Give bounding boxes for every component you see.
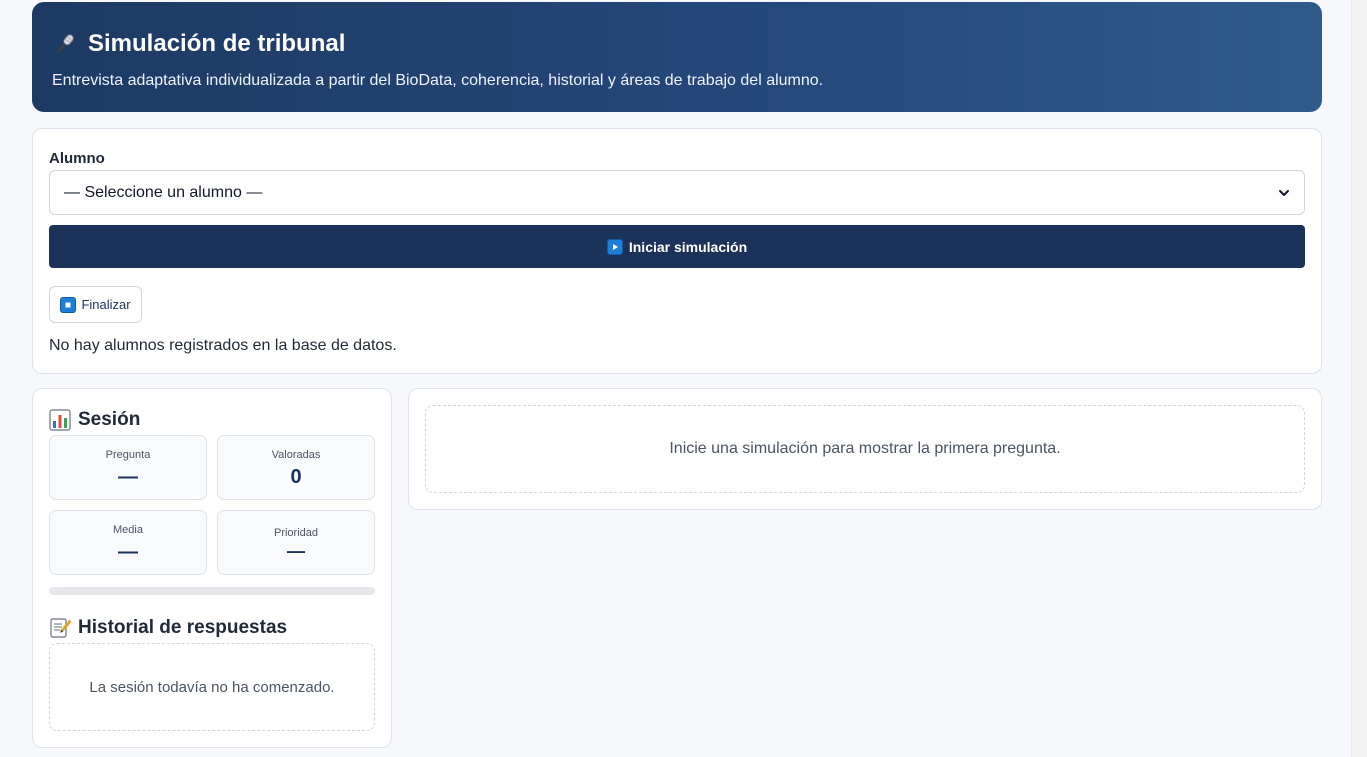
stat-rated-label: Valoradas — [271, 449, 321, 461]
page-subtitle: Entrevista adaptativa individualizada a … — [52, 72, 824, 89]
stat-priority: Prioridad — — [217, 510, 375, 575]
stat-rated: Valoradas 0 — [217, 435, 375, 500]
stat-average-value: — — [118, 541, 138, 563]
history-title: Historial de respuestas — [78, 617, 288, 638]
page: Simulación de tribunal Entrevista adapta… — [0, 0, 1367, 757]
empty-students-message: No hay alumnos registrados en la base de… — [49, 337, 397, 354]
question-empty-message: Inicie una simulación para mostrar la pr… — [669, 440, 1061, 457]
stop-icon — [60, 296, 77, 313]
history-title-row: Historial de respuestas — [49, 617, 287, 639]
session-title-row: Sesión — [49, 409, 140, 431]
stat-question: Pregunta — — [49, 435, 207, 500]
question-card: Inicie una simulación para mostrar la pr… — [408, 388, 1322, 510]
chevron-down-icon — [1279, 189, 1289, 196]
history-empty-message: La sesión todavía no ha comenzado. — [89, 678, 335, 696]
bar-chart-icon — [49, 409, 71, 431]
page-header: Simulación de tribunal Entrevista adapta… — [32, 2, 1322, 112]
stat-rated-value: 0 — [290, 466, 302, 488]
student-select-value: — Seleccione un alumno — — [64, 183, 263, 201]
microphone-icon — [57, 34, 74, 53]
session-card: Sesión Pregunta — Valoradas 0 Media — Pr… — [32, 388, 392, 748]
stat-average-label: Media — [113, 524, 143, 536]
page-title-row: Simulación de tribunal — [52, 28, 1302, 60]
student-label: Alumno — [49, 150, 105, 167]
finish-label: Finalizar — [81, 297, 131, 312]
question-empty-box: Inicie una simulación para mostrar la pr… — [425, 405, 1305, 493]
stat-average: Media — — [49, 510, 207, 575]
student-select[interactable]: — Seleccione un alumno — — [49, 170, 1305, 215]
scrollbar[interactable] — [1351, 0, 1367, 757]
finish-button[interactable]: Finalizar — [49, 286, 142, 323]
start-simulation-label: Iniciar simulación — [628, 238, 748, 255]
start-simulation-button[interactable]: Iniciar simulación — [49, 225, 1305, 268]
student-card: Alumno — Seleccione un alumno — Iniciar … — [32, 128, 1322, 374]
stat-priority-label: Prioridad — [273, 527, 319, 539]
session-progress-bar — [49, 587, 375, 595]
page-title: Simulación de tribunal — [88, 30, 346, 57]
memo-icon — [50, 618, 71, 638]
session-title: Sesión — [78, 409, 141, 430]
stat-question-label: Pregunta — [105, 449, 151, 461]
play-icon — [606, 238, 623, 255]
stat-priority-value: — — [287, 541, 305, 561]
stat-question-value: — — [118, 466, 138, 488]
history-empty-box: La sesión todavía no ha comenzado. — [49, 643, 375, 731]
